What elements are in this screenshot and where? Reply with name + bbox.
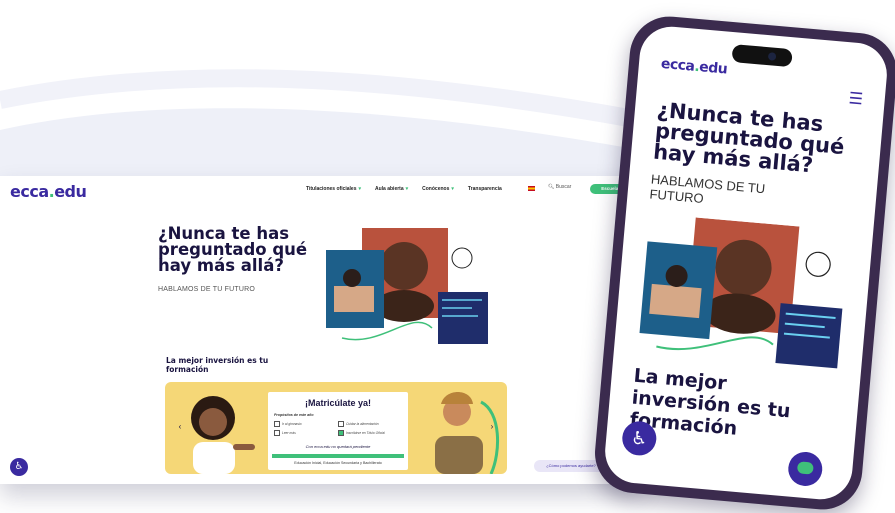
chevron-down-icon: ▾ — [358, 186, 361, 192]
check-item: Cuidar la alimentación — [338, 421, 379, 427]
carousel-prev-button[interactable]: ‹ — [175, 422, 185, 432]
language-flag-icon[interactable] — [528, 186, 535, 191]
desktop-hero-title: ¿Nunca te has preguntado qué hay más all… — [158, 224, 308, 275]
matricula-bar — [272, 454, 404, 458]
hamburger-menu-icon[interactable]: ☰ — [848, 90, 867, 108]
accessibility-icon[interactable]: ♿︎ — [10, 458, 28, 476]
chevron-down-icon: ▾ — [451, 186, 454, 192]
search-icon: 🔍︎ — [548, 184, 555, 190]
matricula-subtitle: Propósitos de este año — [274, 413, 314, 417]
phone-mockup: ecca.edu ☰ ¿Nunca te has preguntado qué … — [591, 13, 895, 513]
desktop-main-menu: Titulaciones oficiales ▾ Aula abierta ▾ Co… — [306, 186, 502, 192]
phone-camera-notch — [731, 44, 793, 68]
matricula-banner[interactable]: ‹ ¡Matricúlate ya! Propósitos de este añ… — [165, 382, 507, 474]
matricula-card: ¡Matricúlate ya! Propósitos de este año … — [268, 392, 408, 470]
carousel-next-button[interactable]: › — [487, 422, 497, 432]
phone-hero-collage — [639, 217, 843, 369]
desktop-screenshot: ecca.edu Titulaciones oficiales ▾ Aula ab… — [0, 176, 640, 484]
chat-icon[interactable] — [786, 450, 824, 488]
nav-item-titulaciones[interactable]: Titulaciones oficiales ▾ — [306, 186, 361, 192]
desktop-section-title: La mejor inversión es tu formación — [166, 356, 269, 374]
phone-hero-subtitle: HABLAMOS DE TU FUTURO — [649, 171, 766, 207]
phone-screen: ecca.edu ☰ ¿Nunca te has preguntado qué … — [602, 24, 890, 502]
matricula-title: ¡Matricúlate ya! — [304, 398, 372, 408]
desktop-hero-subtitle: HABLAMOS DE TU FUTURO — [158, 286, 256, 293]
matricula-promo: Con ecca.edu no quedará pendiente — [305, 444, 371, 449]
desktop-navbar: ecca.edu Titulaciones oficiales ▾ Aula ab… — [0, 176, 640, 206]
nav-item-conocenos[interactable]: Conócenos ▾ — [422, 186, 454, 192]
matricula-footer: Educación Inicial, Educación Secundaria … — [294, 461, 382, 465]
desktop-logo[interactable]: ecca.edu — [10, 182, 87, 201]
chevron-down-icon: ▾ — [405, 186, 409, 192]
check-item: Inscribirse en Título Oficial — [338, 430, 385, 436]
nav-item-aula-abierta[interactable]: Aula abierta ▾ — [375, 186, 408, 192]
phone-logo[interactable]: ecca.edu — [660, 56, 728, 78]
nav-item-transparencia[interactable]: Transparencia — [468, 186, 502, 192]
desktop-hero-collage — [326, 228, 488, 344]
check-item: Ir al gimnasio — [274, 421, 302, 427]
phone-hero-title: ¿Nunca te has preguntado qué hay más all… — [652, 97, 846, 178]
search-field[interactable]: 🔍︎ Buscar — [548, 184, 571, 190]
check-item: Leer más — [274, 430, 296, 436]
